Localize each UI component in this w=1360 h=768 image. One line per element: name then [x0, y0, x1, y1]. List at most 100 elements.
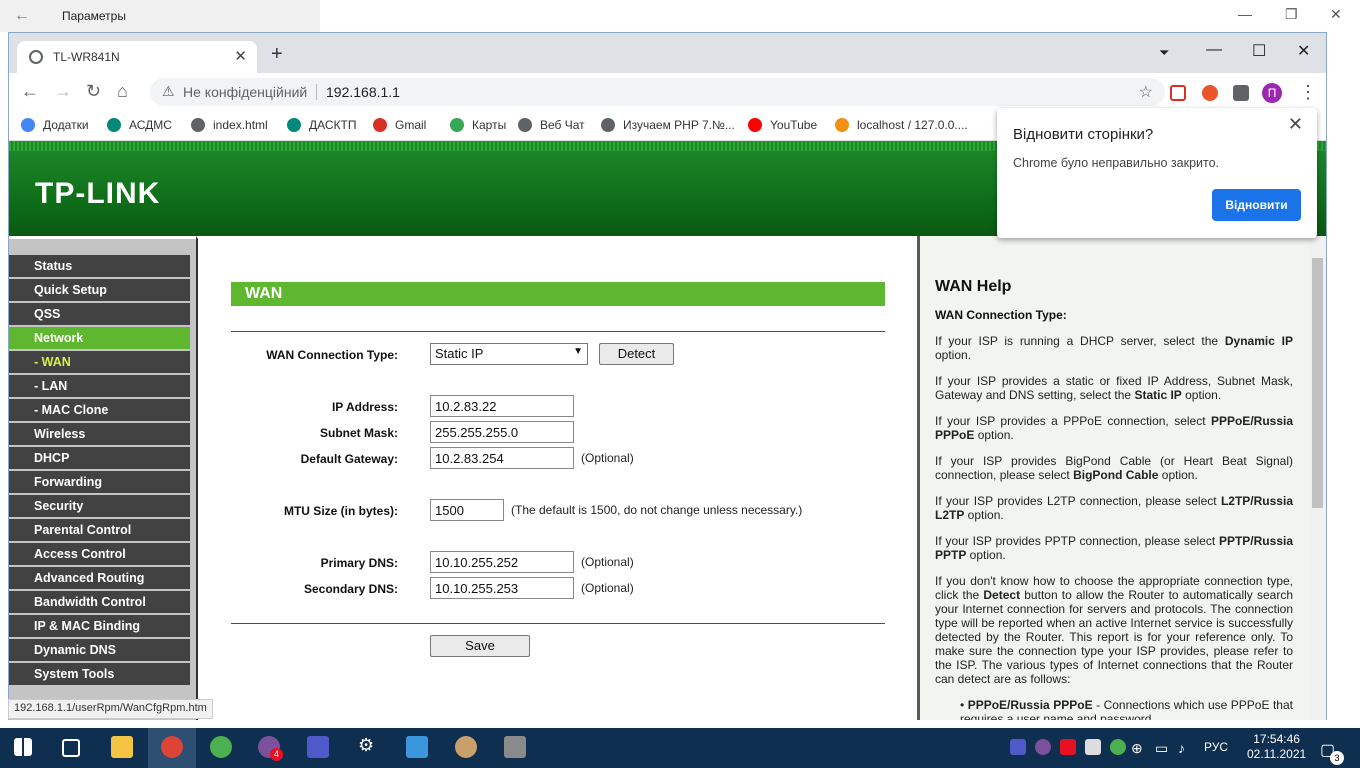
bookmark-item[interactable]: YouTube: [748, 118, 817, 132]
bookmark-star-icon[interactable]: ☆: [1139, 82, 1153, 102]
menu-item[interactable]: Status: [9, 255, 190, 277]
bookmark-label: Карты: [472, 118, 507, 132]
divider: [231, 623, 885, 624]
save-button[interactable]: Save: [430, 635, 530, 657]
chrome-icon[interactable]: [161, 736, 183, 758]
menu-item[interactable]: - LAN: [9, 375, 190, 397]
volume-icon[interactable]: ♪: [1178, 740, 1185, 756]
bookmark-item[interactable]: localhost / 127.0.0....: [835, 118, 968, 132]
address-bar[interactable]: ⚠ Не конфіденційний 192.168.1.1 ☆: [150, 78, 1165, 106]
menu-item[interactable]: - MAC Clone: [9, 399, 190, 421]
extension-icon[interactable]: [1202, 85, 1218, 101]
tray-app-icon[interactable]: [1060, 739, 1076, 755]
tab-title: TL-WR841N: [53, 50, 120, 64]
bookmark-item[interactable]: Карты: [450, 118, 506, 132]
minimize-icon[interactable]: —: [1206, 41, 1222, 59]
ip-address-input[interactable]: 10.2.83.22: [430, 395, 574, 417]
clock[interactable]: 17:54:46 02.11.2021: [1247, 732, 1306, 762]
detect-button[interactable]: Detect: [599, 343, 674, 365]
puzzle-icon[interactable]: [1233, 85, 1249, 101]
help-paragraph: If your ISP provides a PPPoE connection,…: [935, 414, 1293, 442]
utorrent-icon[interactable]: [210, 736, 232, 758]
paint-icon[interactable]: [455, 736, 477, 758]
bookmark-item[interactable]: Веб Чат: [518, 118, 585, 132]
gateway-input[interactable]: 10.2.83.254: [430, 447, 574, 469]
restore-icon[interactable]: ❐: [1285, 6, 1298, 23]
menu-item[interactable]: Dynamic DNS: [9, 639, 190, 661]
browser-tab[interactable]: TL-WR841N ✕: [17, 41, 257, 73]
reload-icon[interactable]: ↻: [86, 81, 101, 102]
battery-icon[interactable]: ▭: [1155, 740, 1168, 757]
tray-app-icon[interactable]: [1085, 739, 1101, 755]
tab-search-icon[interactable]: ⏷: [1159, 45, 1169, 61]
extension-icon[interactable]: [1170, 85, 1186, 101]
menu-item[interactable]: Forwarding: [9, 471, 190, 493]
menu-item[interactable]: - WAN: [9, 351, 190, 373]
task-view-icon[interactable]: [62, 739, 80, 757]
viber-tray-icon[interactable]: [1035, 739, 1051, 755]
back-icon[interactable]: ←: [21, 81, 39, 102]
menu-item[interactable]: Advanced Routing: [9, 567, 190, 589]
restore-button[interactable]: Відновити: [1212, 189, 1301, 221]
bookmark-item[interactable]: ДАСКТП: [287, 118, 356, 132]
menu-item[interactable]: QSS: [9, 303, 190, 325]
menu-item[interactable]: Wireless: [9, 423, 190, 445]
menu-item[interactable]: Security: [9, 495, 190, 517]
help-bullet: • PPPoE/Russia PPPoE - Connections which…: [960, 698, 1293, 720]
app-icon[interactable]: [406, 736, 428, 758]
globe-icon: [29, 50, 43, 64]
help-paragraph: If your ISP provides L2TP connection, pl…: [935, 494, 1293, 522]
teams-tray-icon[interactable]: [1010, 739, 1026, 755]
back-arrow-icon[interactable]: ←: [14, 7, 30, 25]
settings-gear-icon[interactable]: ⚙: [358, 735, 374, 756]
bookmark-label: Додатки: [43, 118, 89, 132]
new-tab-icon[interactable]: +: [271, 43, 283, 66]
secondary-dns-input[interactable]: 10.10.255.253: [430, 577, 574, 599]
bookmark-item[interactable]: index.html: [191, 118, 268, 132]
primary-dns-input[interactable]: 10.10.255.252: [430, 551, 574, 573]
network-app-icon[interactable]: [504, 736, 526, 758]
router-menu: Status Quick Setup QSS Network - WAN - LAN - M…: [9, 236, 196, 720]
url-text[interactable]: 192.168.1.1: [326, 84, 400, 100]
minimize-icon[interactable]: —: [1238, 6, 1252, 22]
scrollbar-thumb[interactable]: [1312, 258, 1323, 508]
subnet-mask-input[interactable]: 255.255.255.0: [430, 421, 574, 443]
menu-item[interactable]: Access Control: [9, 543, 190, 565]
bookmark-item[interactable]: Изучаем PHP 7.№...: [601, 118, 735, 132]
scrollbar[interactable]: [1309, 236, 1326, 720]
menu-item[interactable]: DHCP: [9, 447, 190, 469]
profile-avatar[interactable]: П: [1262, 83, 1282, 103]
file-explorer-icon[interactable]: [111, 736, 133, 758]
menu-dots-icon[interactable]: ⋮: [1299, 82, 1317, 103]
tab-close-icon[interactable]: ✕: [234, 47, 247, 65]
conn-type-label: WAN Connection Type:: [266, 348, 398, 362]
bookmark-item[interactable]: Gmail: [373, 118, 426, 132]
menu-item[interactable]: System Tools: [9, 663, 190, 685]
close-window-icon[interactable]: ✕: [1297, 41, 1310, 61]
language-indicator[interactable]: РУС: [1204, 740, 1228, 754]
mtu-input[interactable]: 1500: [430, 499, 504, 521]
help-paragraph: If your ISP is running a DHCP server, se…: [935, 334, 1293, 362]
bookmark-item[interactable]: Додатки: [21, 118, 89, 132]
security-status[interactable]: Не конфіденційний: [183, 84, 307, 100]
dialog-text: Chrome було неправильно закрито.: [1013, 156, 1220, 170]
maximize-icon[interactable]: ☐: [1252, 41, 1266, 61]
forward-icon[interactable]: →: [54, 81, 72, 102]
menu-item[interactable]: Quick Setup: [9, 279, 190, 301]
warning-icon[interactable]: ⚠: [162, 83, 175, 100]
teams-icon[interactable]: [307, 736, 329, 758]
menu-item[interactable]: IP & MAC Binding: [9, 615, 190, 637]
menu-item[interactable]: Bandwidth Control: [9, 591, 190, 613]
bookmark-item[interactable]: АСДМС: [107, 118, 172, 132]
close-icon[interactable]: ✕: [1288, 114, 1303, 135]
windows-start-icon[interactable]: [14, 738, 32, 756]
utorrent-tray-icon[interactable]: [1110, 739, 1126, 755]
menu-item[interactable]: Network: [9, 327, 190, 349]
notification-count: 3: [1330, 751, 1344, 765]
menu-item[interactable]: Parental Control: [9, 519, 190, 541]
conn-type-select[interactable]: Static IP ▼: [430, 343, 588, 365]
home-icon[interactable]: ⌂: [117, 81, 128, 102]
close-icon[interactable]: ✕: [1330, 6, 1342, 23]
globe-icon[interactable]: ⊕: [1131, 740, 1143, 757]
settings-window-titlebar: ← Параметры: [0, 0, 320, 32]
